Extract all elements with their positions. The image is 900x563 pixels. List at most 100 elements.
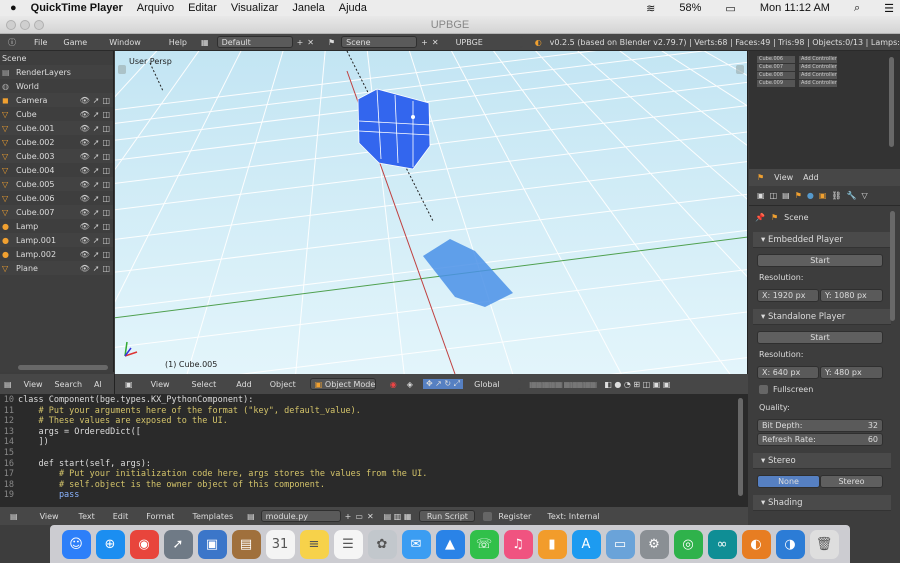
modifiers-tab-icon[interactable]: 🔧 bbox=[847, 191, 857, 200]
bit-depth-field[interactable]: Bit Depth: 32 bbox=[757, 419, 883, 432]
render-icon[interactable]: ◫ bbox=[102, 180, 110, 189]
menu-ajuda[interactable]: Ajuda bbox=[339, 2, 367, 14]
cursor-select-icon[interactable]: ➚ bbox=[93, 264, 100, 273]
render-icon[interactable]: ◫ bbox=[102, 194, 110, 203]
logic-controller-row[interactable]: Cube.006 Add Controller bbox=[757, 56, 867, 63]
notebook-icon[interactable]: ▤ bbox=[231, 529, 261, 559]
itunes-icon[interactable]: ♫ bbox=[503, 529, 533, 559]
outliner-item[interactable]: ◼ Camera 👁 ➚ ◫ bbox=[0, 93, 113, 107]
notes-icon[interactable]: ≡ bbox=[299, 529, 329, 559]
blender-icon[interactable]: ◐ bbox=[741, 529, 771, 559]
logic-object-field[interactable]: Cube.006 bbox=[757, 56, 795, 63]
photos-icon[interactable]: ✿ bbox=[367, 529, 397, 559]
search-icon[interactable]: ⌕ bbox=[854, 2, 860, 15]
scene-field[interactable]: Scene bbox=[341, 36, 418, 48]
text-menu-text[interactable]: Text bbox=[79, 512, 95, 521]
close-window-button[interactable] bbox=[6, 20, 16, 30]
add-controller-field[interactable]: Add Controller bbox=[799, 56, 837, 63]
render-icon[interactable]: ◫ bbox=[102, 264, 110, 273]
data-tab-icon[interactable]: ▽ bbox=[862, 191, 868, 200]
minimize-window-button[interactable] bbox=[20, 20, 30, 30]
cursor-select-icon[interactable]: ➚ bbox=[93, 250, 100, 259]
cursor-select-icon[interactable]: ➚ bbox=[93, 110, 100, 119]
remove-scene-icon[interactable]: ✕ bbox=[432, 38, 439, 47]
menu-file[interactable]: File bbox=[34, 38, 47, 47]
safari-icon[interactable]: ⊕ bbox=[95, 529, 125, 559]
properties-editor-icon[interactable]: ⚑ bbox=[757, 173, 764, 182]
battery-percent[interactable]: 58% bbox=[679, 2, 701, 14]
viewport-menu-add[interactable]: Add bbox=[236, 380, 252, 389]
outliner-item[interactable]: ▽ Cube.006 👁 ➚ ◫ bbox=[0, 191, 113, 205]
code-line[interactable]: 12 # These values are exposed to the UI. bbox=[0, 416, 748, 427]
run-script-button[interactable]: Run Script bbox=[419, 510, 476, 522]
3d-viewport[interactable]: User Persp (1) Cube.005 bbox=[115, 51, 748, 374]
settings-icon[interactable]: ⚙ bbox=[639, 529, 669, 559]
gauge-icon[interactable]: ◎ bbox=[673, 529, 703, 559]
outliner-item[interactable]: ▽ Cube.004 👁 ➚ ◫ bbox=[0, 163, 113, 177]
zoom-window-button[interactable] bbox=[34, 20, 44, 30]
layout-icon[interactable]: ▦ bbox=[201, 38, 209, 47]
ibooks-icon[interactable]: ▮ bbox=[537, 529, 567, 559]
add-layout-icon[interactable]: + bbox=[297, 38, 304, 47]
code-line[interactable]: 10 class Component(bge.types.KX_PythonCom… bbox=[0, 395, 748, 406]
text-scrollbar[interactable] bbox=[738, 398, 743, 496]
shading-icon[interactable]: ◉ bbox=[390, 380, 397, 389]
code-line[interactable]: 16 def start(self, args): bbox=[0, 459, 748, 470]
logic-controller-row[interactable]: Cube.008 Add Controller bbox=[757, 72, 867, 79]
menu-list-icon[interactable]: ☰ bbox=[884, 2, 894, 15]
wifi-icon[interactable]: ≋ bbox=[646, 2, 655, 15]
menu-visualizar[interactable]: Visualizar bbox=[231, 2, 279, 14]
stereo-none-button[interactable]: None bbox=[757, 475, 820, 488]
render-icon[interactable]: ◫ bbox=[102, 222, 110, 231]
outliner-menu-search[interactable]: Search bbox=[55, 380, 82, 389]
outliner-item[interactable]: ● Lamp 👁 ➚ ◫ bbox=[0, 219, 113, 233]
eye-icon[interactable]: 👁 bbox=[80, 152, 90, 161]
render-icon[interactable]: ◫ bbox=[102, 124, 110, 133]
embedded-y-field[interactable]: Y: 1080 px bbox=[820, 289, 883, 302]
code-line[interactable]: 15 bbox=[0, 448, 748, 459]
visibility-controls[interactable]: 👁 ➚ ◫ bbox=[80, 222, 113, 231]
eye-icon[interactable]: 👁 bbox=[80, 166, 90, 175]
visibility-controls[interactable]: 👁 ➚ ◫ bbox=[80, 194, 113, 203]
outliner-item[interactable]: ● Lamp.002 👁 ➚ ◫ bbox=[0, 247, 113, 261]
add-scene-icon[interactable]: + bbox=[421, 38, 428, 47]
context-tab-icon[interactable]: ▣ bbox=[757, 191, 765, 200]
logic-editor[interactable]: Cube.006 Add Controller Cube.007 Add Contro… bbox=[749, 51, 900, 169]
object-tab-icon[interactable]: ▣ bbox=[819, 191, 827, 200]
outliner-item[interactable]: ● Lamp.001 👁 ➚ ◫ bbox=[0, 233, 113, 247]
remove-text-icon[interactable]: ✕ bbox=[367, 512, 374, 521]
logic-scrollbar[interactable] bbox=[889, 57, 894, 147]
logic-object-field[interactable]: Cube.008 bbox=[757, 72, 795, 79]
remove-layout-icon[interactable]: ✕ bbox=[307, 38, 314, 47]
properties-menu-add[interactable]: Add bbox=[803, 173, 819, 182]
logic-object-field[interactable]: Cube.007 bbox=[757, 64, 795, 71]
outliner-item[interactable]: ▽ Cube.003 👁 ➚ ◫ bbox=[0, 149, 113, 163]
fullscreen-checkbox[interactable] bbox=[759, 385, 768, 394]
manipulator-icons[interactable]: ✥ ↗ ↻ ⤢ bbox=[422, 379, 464, 389]
code-line[interactable]: 14 ]) bbox=[0, 437, 748, 448]
embedded-x-field[interactable]: X: 1920 px bbox=[757, 289, 819, 302]
layout-field[interactable]: Default bbox=[216, 36, 293, 48]
stereo-panel-header[interactable]: ▾ Stereo bbox=[753, 453, 891, 469]
render-icon[interactable]: ◫ bbox=[102, 208, 110, 217]
stereo-stereo-button[interactable]: Stereo bbox=[820, 475, 883, 488]
sysinfo-icon[interactable]: ▭ bbox=[605, 529, 635, 559]
text-editor-type-icon[interactable]: ▤ bbox=[10, 512, 18, 521]
viewport-canvas[interactable] bbox=[115, 51, 748, 374]
properties-context-tabs[interactable]: ▣ ◫ ▤ ⚑ ● ▣ ⛓ 🔧 ▽ bbox=[749, 186, 900, 206]
eye-icon[interactable]: 👁 bbox=[80, 180, 90, 189]
app-menu[interactable]: QuickTime Player bbox=[31, 2, 123, 14]
render-icon[interactable]: ◫ bbox=[102, 166, 110, 175]
standalone-start-button[interactable]: Start bbox=[757, 331, 883, 344]
viewport-menu-select[interactable]: Select bbox=[192, 380, 217, 389]
standalone-x-field[interactable]: X: 640 px bbox=[757, 366, 819, 379]
viewport-menu-view[interactable]: View bbox=[151, 380, 170, 389]
outliner-item[interactable]: ▽ Cube 👁 ➚ ◫ bbox=[0, 107, 113, 121]
battery-icon[interactable]: ▭ bbox=[725, 2, 735, 15]
toolshelf-toggle-button[interactable] bbox=[118, 65, 126, 74]
outliner-item[interactable]: ▽ Cube.007 👁 ➚ ◫ bbox=[0, 205, 113, 219]
render-icon[interactable]: ◫ bbox=[102, 138, 110, 147]
menu-janela[interactable]: Janela bbox=[292, 2, 324, 14]
cursor-select-icon[interactable]: ➚ bbox=[93, 166, 100, 175]
visibility-controls[interactable]: 👁 ➚ ◫ bbox=[80, 180, 113, 189]
